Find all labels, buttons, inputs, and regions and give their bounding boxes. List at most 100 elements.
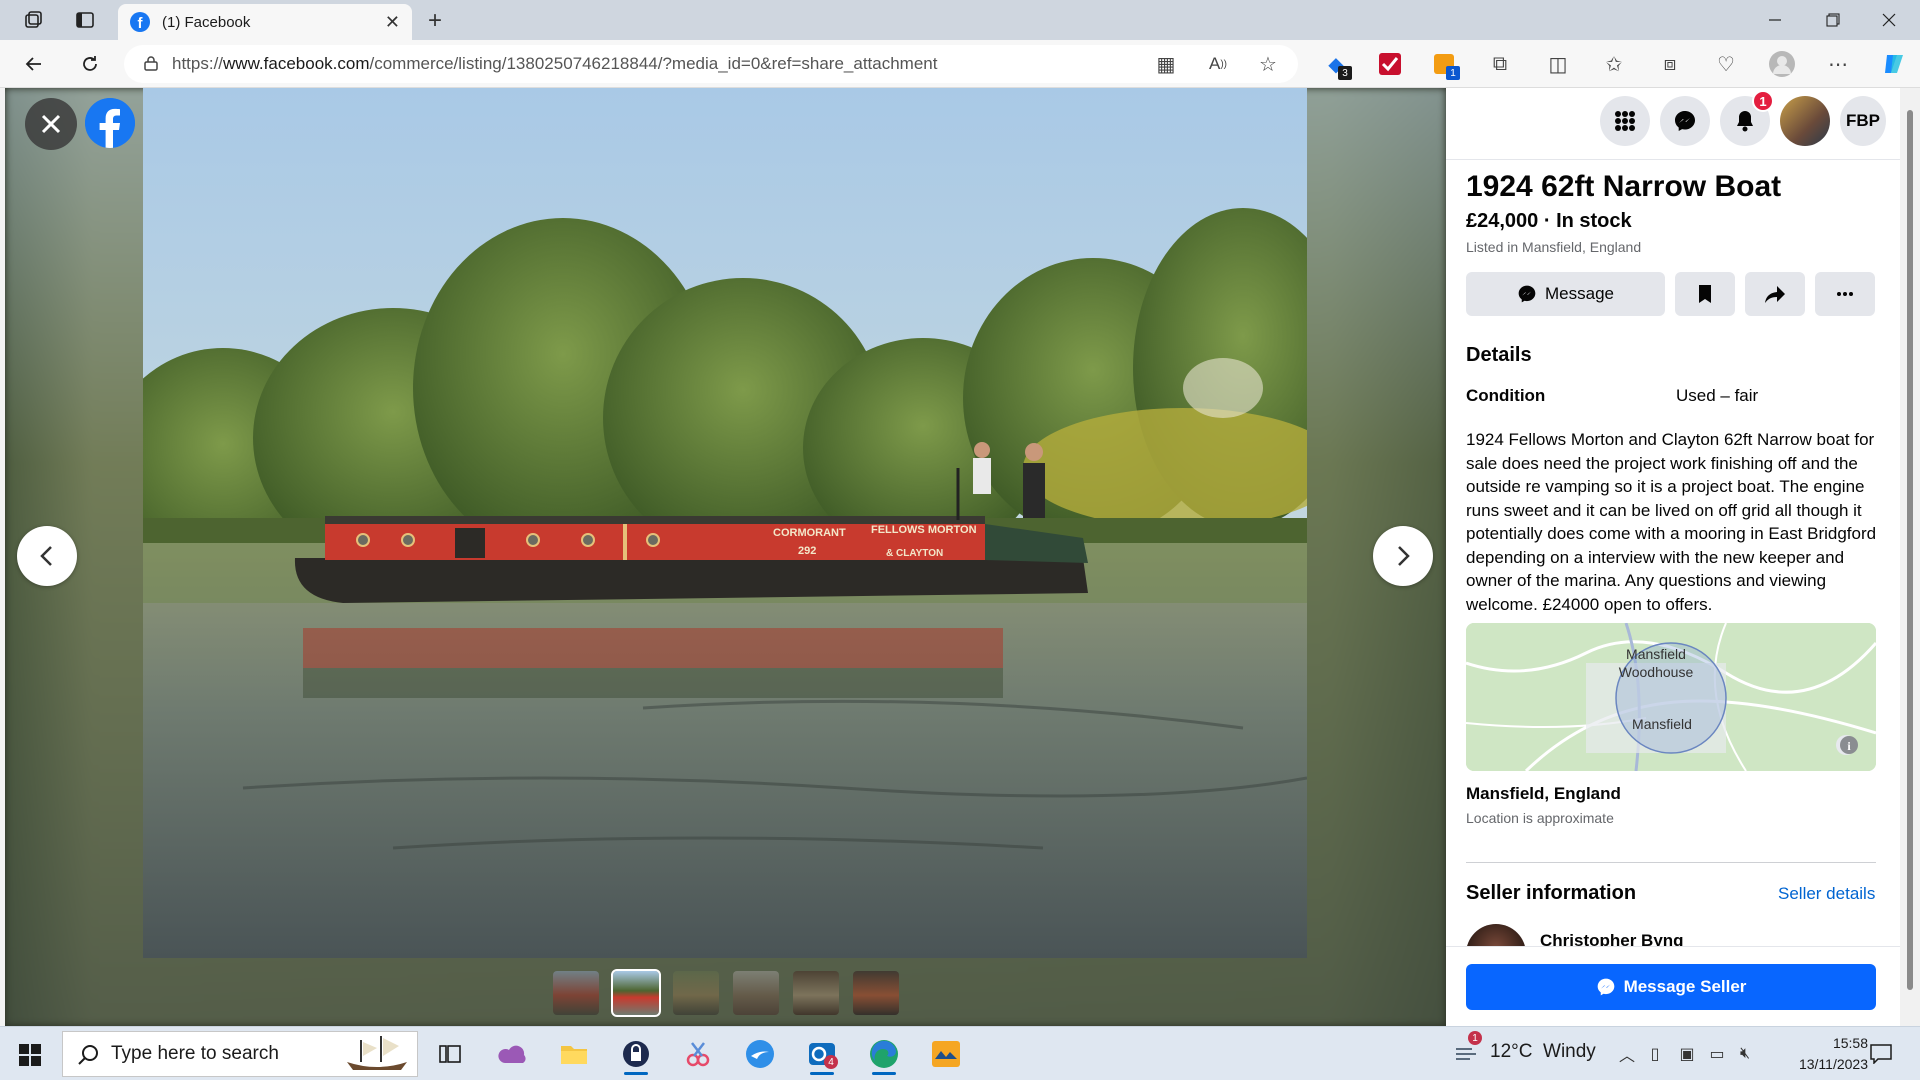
lock-icon[interactable] bbox=[144, 55, 158, 71]
security-app-icon[interactable] bbox=[614, 1033, 658, 1075]
mm-app-icon[interactable] bbox=[924, 1033, 968, 1075]
browser-essentials-icon[interactable]: ♡ bbox=[1712, 50, 1740, 78]
notifications-button[interactable]: 1 bbox=[1720, 90, 1774, 146]
share-button[interactable] bbox=[1745, 272, 1805, 316]
listing-title: 1924 62ft Narrow Boat bbox=[1466, 170, 1782, 203]
tab-facebook[interactable]: f (1) Facebook ✕ bbox=[118, 4, 412, 40]
extension-icon-3[interactable]: 1 bbox=[1430, 50, 1460, 80]
map-graphic: Mansfield Woodhouse Mansfield i bbox=[1466, 623, 1876, 771]
favorites-icon[interactable]: ✩ bbox=[1600, 50, 1628, 78]
cloud-app-icon[interactable] bbox=[490, 1033, 534, 1075]
address-toolbar: https://www.facebook.com/commerce/listin… bbox=[0, 40, 1920, 88]
message-seller-label: Message Seller bbox=[1623, 977, 1747, 996]
bell-icon bbox=[1737, 111, 1753, 132]
refresh-button[interactable] bbox=[74, 48, 106, 80]
network-icon[interactable]: ▣ bbox=[1676, 1043, 1698, 1065]
task-view-icon[interactable] bbox=[428, 1033, 472, 1075]
maximize-button[interactable] bbox=[1810, 0, 1856, 40]
clock-date: 13/11/2023 bbox=[1798, 1056, 1868, 1072]
collections-icon[interactable]: ⧈ bbox=[1656, 50, 1684, 78]
boat-number-text: 292 bbox=[798, 545, 816, 557]
profile-avatar[interactable] bbox=[1780, 96, 1830, 146]
facebook-top-bar: 1 FBP bbox=[1446, 88, 1900, 160]
taskbar-search-input[interactable]: Type here to search bbox=[62, 1031, 418, 1077]
close-window-button[interactable] bbox=[1866, 0, 1912, 40]
extensions-puzzle-icon[interactable]: ⧉ bbox=[1486, 50, 1514, 78]
extension-icon-2[interactable] bbox=[1376, 50, 1404, 78]
boat-name-text: CORMORANT bbox=[773, 527, 846, 539]
windows-taskbar: Type here to search 4 1 12°C Windy ︿ ▯ ▣… bbox=[0, 1026, 1920, 1080]
photo-thumbnail-1[interactable] bbox=[553, 971, 599, 1015]
listing-price: £24,000 · In stock bbox=[1466, 210, 1632, 232]
listing-location[interactable]: Listed in Mansfield, England bbox=[1466, 239, 1641, 255]
device-icon[interactable]: ▯ bbox=[1644, 1043, 1666, 1065]
close-viewer-button[interactable] bbox=[25, 98, 77, 150]
message-button[interactable]: Message bbox=[1466, 272, 1665, 316]
messenger-button[interactable] bbox=[1660, 96, 1710, 146]
share-icon bbox=[1765, 286, 1785, 303]
url-field[interactable]: https://www.facebook.com/commerce/listin… bbox=[124, 45, 1298, 83]
boat-company-text: FELLOWS MORTON bbox=[871, 524, 977, 536]
settings-more-icon[interactable]: ⋯ bbox=[1824, 50, 1852, 78]
map-label-mansfield-woodhouse-2: Woodhouse bbox=[1619, 664, 1694, 680]
clock-time: 15:58 bbox=[1832, 1035, 1868, 1051]
condition-label: Condition bbox=[1466, 386, 1546, 405]
extension-icon-1[interactable]: ◆ 3 bbox=[1322, 50, 1352, 80]
messenger-icon bbox=[1597, 978, 1614, 996]
weather-widget[interactable]: 1 12°C Windy bbox=[1454, 1031, 1596, 1063]
save-button[interactable] bbox=[1675, 272, 1735, 316]
panel-scrollbar[interactable] bbox=[1900, 88, 1920, 1026]
narrow-boat-photo: CORMORANT 292 FELLOWS MORTON & CLAYTON bbox=[143, 88, 1307, 958]
workspaces-icon[interactable] bbox=[10, 0, 56, 40]
file-explorer-icon[interactable] bbox=[552, 1033, 596, 1075]
minimize-button[interactable] bbox=[1752, 0, 1798, 40]
listing-details-panel: 1 FBP 1924 62ft Narrow Boat £24,000 · In… bbox=[1446, 88, 1900, 1026]
tab-title: (1) Facebook bbox=[162, 13, 251, 31]
scrollbar-thumb[interactable] bbox=[1907, 110, 1913, 990]
menu-grid-button[interactable] bbox=[1600, 96, 1650, 146]
message-seller-button[interactable]: Message Seller bbox=[1466, 964, 1876, 1010]
facebook-logo-icon[interactable] bbox=[85, 98, 135, 148]
start-button[interactable] bbox=[10, 1035, 50, 1075]
photo-thumbnail-6[interactable] bbox=[853, 971, 899, 1015]
outlook-app-icon[interactable]: 4 bbox=[800, 1033, 844, 1075]
photo-thumbnail-4[interactable] bbox=[733, 971, 779, 1015]
show-hidden-icons-chevron-up-icon[interactable]: ︿ bbox=[1616, 1043, 1638, 1065]
photo-viewer: CORMORANT 292 FELLOWS MORTON & CLAYTON bbox=[5, 88, 1446, 1026]
split-screen-icon[interactable]: ◫ bbox=[1544, 50, 1572, 78]
location-map[interactable]: Mansfield Woodhouse Mansfield i bbox=[1466, 623, 1876, 771]
url-host: www.facebook.com bbox=[223, 54, 370, 73]
tray-clock[interactable]: 15:58 13/11/2023 bbox=[1778, 1033, 1868, 1075]
battery-icon[interactable]: ▭ bbox=[1706, 1043, 1728, 1065]
profile-initials-button[interactable]: FBP bbox=[1840, 96, 1886, 146]
profile-avatar-icon[interactable] bbox=[1768, 50, 1796, 78]
photo-thumbnail-2[interactable] bbox=[611, 969, 661, 1017]
facebook-favicon-icon: f bbox=[130, 12, 150, 32]
new-tab-button[interactable]: + bbox=[420, 6, 450, 36]
photo-thumbnail-5[interactable] bbox=[793, 971, 839, 1015]
previous-photo-button[interactable] bbox=[17, 526, 77, 586]
volume-muted-icon[interactable]: 🔇︎ bbox=[1734, 1043, 1756, 1065]
boat-company-text-2: & CLAYTON bbox=[886, 548, 943, 559]
weather-badge: 1 bbox=[1468, 1031, 1482, 1045]
seller-details-link[interactable]: Seller details bbox=[1778, 884, 1875, 904]
mail-app-icon[interactable] bbox=[738, 1033, 782, 1075]
tab-actions-icon[interactable] bbox=[62, 0, 108, 40]
search-highlight-pirate-ship-icon bbox=[347, 1036, 407, 1070]
snipping-tool-icon[interactable] bbox=[676, 1033, 720, 1075]
favorite-star-icon[interactable]: ☆ bbox=[1254, 50, 1282, 78]
back-button[interactable] bbox=[18, 48, 50, 80]
next-photo-button[interactable] bbox=[1373, 526, 1433, 586]
tab-bar: f (1) Facebook ✕ + bbox=[0, 0, 1920, 40]
photo-thumbnail-3[interactable] bbox=[673, 971, 719, 1015]
ellipsis-icon bbox=[1837, 292, 1853, 296]
app-available-icon[interactable]: ▦ bbox=[1152, 50, 1180, 78]
edge-browser-icon[interactable] bbox=[862, 1033, 906, 1075]
copilot-icon[interactable] bbox=[1880, 50, 1908, 78]
notification-center-icon[interactable] bbox=[1868, 1043, 1894, 1065]
read-aloud-icon[interactable]: A)) bbox=[1204, 50, 1232, 78]
location-name: Mansfield, England bbox=[1466, 784, 1621, 803]
close-tab-icon[interactable]: ✕ bbox=[385, 12, 400, 33]
more-options-button[interactable] bbox=[1815, 272, 1875, 316]
url-prefix: https:// bbox=[172, 54, 224, 73]
